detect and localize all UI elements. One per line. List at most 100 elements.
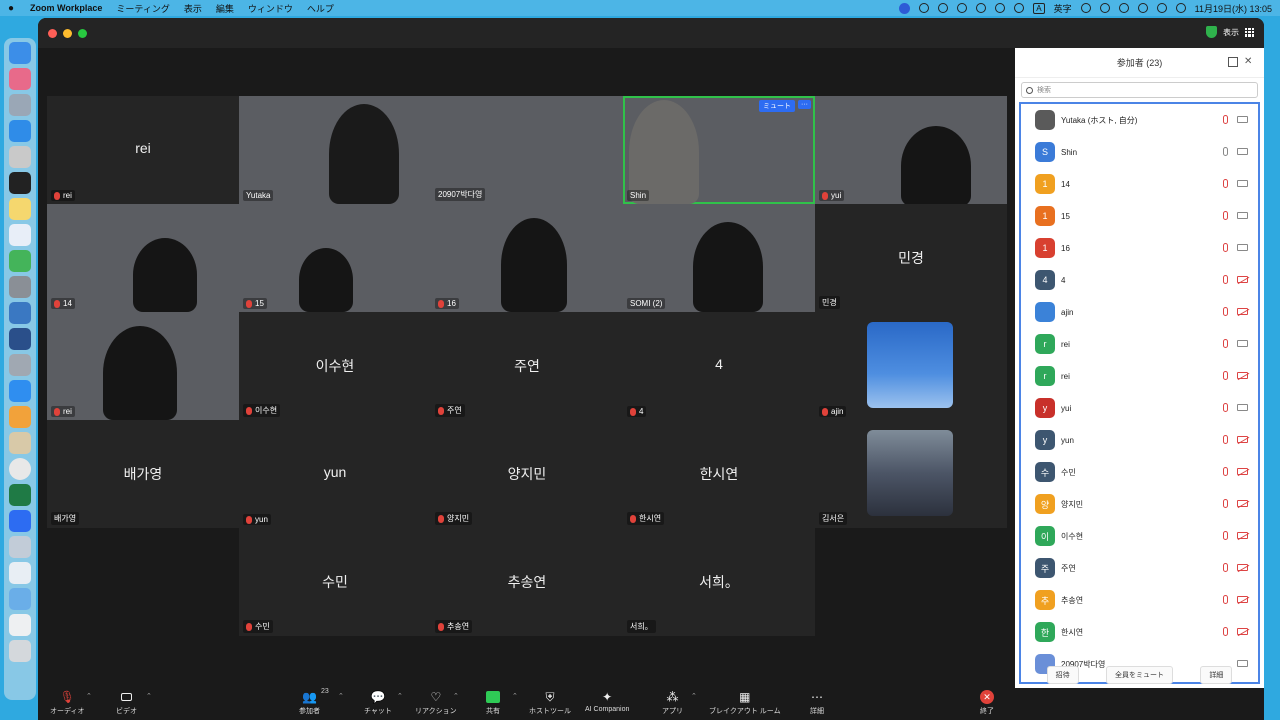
video-tile[interactable]: 민경 민경 (815, 204, 1007, 312)
video-tile[interactable]: ajin (815, 312, 1007, 420)
system-icon[interactable] (9, 354, 31, 376)
video-tile[interactable]: SOMI (2) (623, 204, 815, 312)
chat-button[interactable]: 💬 チャット (364, 690, 392, 716)
notes-icon[interactable] (9, 198, 31, 220)
video-camera-icon[interactable] (1237, 244, 1248, 251)
video-off-icon[interactable] (1237, 628, 1248, 635)
video-off-icon[interactable] (1237, 276, 1248, 283)
menubar-clock[interactable]: 11月19日(水) 13:05 (1195, 2, 1272, 15)
status-icon[interactable] (938, 3, 949, 13)
zoom-icon[interactable] (9, 510, 31, 532)
safari-icon[interactable] (9, 120, 31, 142)
find-my-icon[interactable] (9, 250, 31, 272)
participant-row[interactable]: r rei (1021, 360, 1258, 392)
audio-options-caret[interactable]: ⌃ (86, 692, 92, 700)
menu-view[interactable]: 表示 (184, 2, 202, 15)
mic-muted-icon[interactable] (1223, 563, 1228, 572)
zoom-status-icon[interactable] (899, 2, 911, 14)
apps-options-caret[interactable]: ⌃ (691, 692, 697, 700)
app-store-icon[interactable] (9, 380, 31, 402)
app-icon[interactable] (9, 536, 31, 558)
participant-row[interactable]: ajin (1021, 296, 1258, 328)
video-tile[interactable]: yui (815, 96, 1007, 204)
video-off-icon[interactable] (1237, 308, 1248, 315)
apps-button[interactable]: ⁂ アプリ (662, 690, 683, 716)
view-button[interactable]: 表示 (1223, 27, 1239, 38)
pages-icon[interactable] (9, 406, 31, 428)
mic-muted-icon[interactable] (1223, 243, 1228, 252)
video-tile[interactable]: 수민 수민 (239, 528, 431, 636)
video-tile[interactable]: rei rei (47, 96, 239, 204)
mic-muted-icon[interactable] (1223, 531, 1228, 540)
status-icon[interactable] (957, 3, 968, 13)
video-off-icon[interactable] (1237, 468, 1248, 475)
chrome-icon[interactable] (9, 458, 31, 480)
pop-out-icon[interactable] (1228, 57, 1238, 67)
freeform-icon[interactable] (9, 224, 31, 246)
video-off-icon[interactable] (1237, 436, 1248, 443)
participant-row[interactable]: r rei (1021, 328, 1258, 360)
mic-muted-icon[interactable] (1223, 499, 1228, 508)
video-tile[interactable]: 이수현 이수현 (239, 312, 431, 420)
participant-row[interactable]: 1 14 (1021, 168, 1258, 200)
document-icon[interactable] (9, 562, 31, 584)
video-tile[interactable]: 16 (431, 204, 623, 312)
video-tile[interactable]: 한시연 한시연 (623, 420, 815, 528)
app-icon[interactable] (9, 432, 31, 454)
video-tile[interactable]: 추송연 추송연 (431, 528, 623, 636)
mic-muted-icon[interactable] (1223, 403, 1228, 412)
participant-row[interactable]: y yui (1021, 392, 1258, 424)
participant-list[interactable]: Yutaka (ホスト, 自分) S Shin 1 14 1 15 1 16 4 4 ajin r rei… (1019, 102, 1260, 684)
video-options-caret[interactable]: ⌃ (146, 692, 152, 700)
mic-icon[interactable] (1223, 147, 1228, 156)
settings-icon[interactable] (9, 276, 31, 298)
video-tile[interactable]: rei (47, 312, 239, 420)
mic-muted-icon[interactable] (1223, 595, 1228, 604)
status-icon[interactable] (919, 3, 930, 13)
control-center-icon[interactable] (1156, 3, 1167, 13)
preview-icon[interactable] (9, 302, 31, 324)
mic-muted-icon[interactable] (1223, 339, 1228, 348)
video-tile-active-speaker[interactable]: ミュート ··· Shin (623, 96, 815, 204)
video-tile[interactable]: 김서은 (815, 420, 1007, 528)
video-camera-icon[interactable] (1237, 340, 1248, 347)
document-icon[interactable] (9, 614, 31, 636)
menu-edit[interactable]: 編集 (216, 2, 234, 15)
video-off-icon[interactable] (1237, 372, 1248, 379)
app-icon[interactable] (9, 328, 31, 350)
excel-icon[interactable] (9, 484, 31, 506)
mic-muted-icon[interactable] (1223, 307, 1228, 316)
video-button[interactable]: ビデオ (116, 690, 137, 716)
video-tile[interactable]: 주연 주연 (431, 312, 623, 420)
app-icon[interactable] (9, 146, 31, 168)
video-camera-icon[interactable] (1237, 180, 1248, 187)
video-camera-icon[interactable] (1237, 212, 1248, 219)
participant-row[interactable]: 주 주연 (1021, 552, 1258, 584)
chat-options-caret[interactable]: ⌃ (397, 692, 403, 700)
video-tile[interactable]: 4 4 (623, 312, 815, 420)
share-options-caret[interactable]: ⌃ (512, 692, 518, 700)
apple-icon[interactable]: ● (8, 3, 20, 14)
menu-app-name[interactable]: Zoom Workplace (30, 3, 102, 13)
breakout-rooms-button[interactable]: ▦ ブレイクアウト ルーム (709, 690, 781, 716)
participant-row[interactable]: 1 16 (1021, 232, 1258, 264)
participant-row[interactable]: S Shin (1021, 136, 1258, 168)
menu-window[interactable]: ウィンドウ (248, 2, 293, 15)
video-tile[interactable]: 20907박다영 (431, 96, 623, 204)
share-button[interactable]: 共有 (485, 690, 501, 716)
participant-search-input[interactable]: 検索 (1021, 82, 1258, 98)
video-camera-icon[interactable] (1237, 404, 1248, 411)
status-icon[interactable] (995, 3, 1006, 13)
video-tile[interactable]: 배가영 배가영 (47, 420, 239, 528)
close-icon[interactable]: ✕ (1244, 57, 1254, 67)
status-icon[interactable] (976, 3, 987, 13)
video-off-icon[interactable] (1237, 596, 1248, 603)
headphones-icon[interactable] (1014, 3, 1025, 13)
gallery-grid-icon[interactable] (1245, 27, 1254, 37)
video-camera-icon[interactable] (1237, 148, 1248, 155)
participants-options-caret[interactable]: ⌃ (338, 692, 344, 700)
user-icon[interactable] (1118, 3, 1129, 13)
video-tile[interactable]: 서희。 서희。 (623, 528, 815, 636)
mic-muted-icon[interactable] (1223, 115, 1228, 124)
end-meeting-button[interactable]: ✕ 終了 (979, 690, 995, 716)
